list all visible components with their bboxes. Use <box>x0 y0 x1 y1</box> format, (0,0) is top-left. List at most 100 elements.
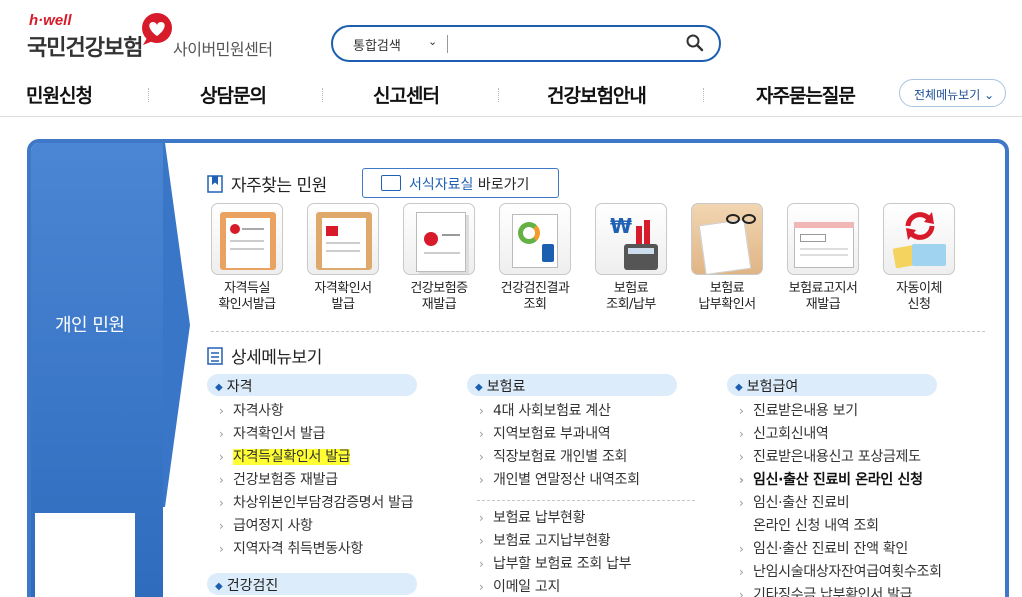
site-logo[interactable]: h·well 국민건강보험 사이버민원센터 <box>27 12 287 62</box>
premium-list: 4대 사회보험료 계산 지역보험료 부과내역 직장보험료 개인별 조회 개인별 … <box>477 400 640 492</box>
sidebar-label[interactable]: 개인 민원 <box>55 311 125 337</box>
list-item-multiline[interactable]: 임신·출산 진료비 <box>737 492 942 515</box>
nav-item-consult[interactable]: 상담문의 <box>200 81 267 108</box>
list-item[interactable]: 4대 사회보험료 계산 <box>477 400 640 423</box>
chevron-down-icon: ⌄ <box>984 88 995 102</box>
form-button-suffix: 바로가기 <box>473 177 530 193</box>
list-item[interactable]: 자격사항 <box>217 400 413 423</box>
list-item[interactable]: 지역자격 취득변동사항 <box>217 538 413 561</box>
list-item[interactable]: 진료받은내용 보기 <box>737 400 942 423</box>
nav-separator <box>703 88 704 102</box>
calculator-won-icon: ₩ <box>595 203 667 275</box>
premium-list-2: 보험료 납부현황 보험료 고지납부현황 납부할 보험료 조회 납부 이메일 고지 <box>477 507 632 597</box>
bookmark-icon <box>207 175 223 193</box>
bill-notice-icon <box>787 203 859 275</box>
frequent-icons: 자격득실 확인서발급 자격확인서 발급 건강보험증 재발급 건강검진결과 조회 … <box>211 203 991 313</box>
search-scope-select[interactable]: 통합검색 <box>353 35 401 54</box>
search-icon[interactable] <box>685 33 705 53</box>
sidebar-white-block <box>35 513 135 597</box>
list-item[interactable]: 건강보험증 재발급 <box>217 469 413 492</box>
benefits-list: 진료받은내용 보기 신고회신내역 진료받은내용신고 포상금제도 임신·출산 진료… <box>737 400 942 597</box>
frequent-item-line2: 신청 <box>907 297 931 312</box>
detail-section-title: 상세메뉴보기 <box>207 343 322 368</box>
frequent-title-text: 자주찾는 민원 <box>231 176 327 196</box>
chevron-down-icon[interactable]: ⌄ <box>428 35 437 48</box>
list-item-multiline-cont[interactable]: 온라인 신청 내역 조회 <box>737 515 942 538</box>
list-item[interactable]: 임신·출산 진료비 잔액 확인 <box>737 538 942 561</box>
frequent-item[interactable]: 자격득실 확인서발급 <box>211 203 283 313</box>
category-label: 보험료 <box>486 379 526 395</box>
folder-icon <box>381 175 401 191</box>
list-item[interactable]: 직장보험료 개인별 조회 <box>477 446 640 469</box>
list-item[interactable]: 개인별 연말정산 내역조회 <box>477 469 640 492</box>
nav-item-report[interactable]: 신고센터 <box>373 81 440 108</box>
document-clipboard-icon <box>211 203 283 275</box>
nav-item-faq[interactable]: 자주묻는질문 <box>756 81 856 108</box>
list-item[interactable]: 신고회신내역 <box>737 423 942 446</box>
nav-item-apply[interactable]: 민원신청 <box>26 81 93 108</box>
category-premium[interactable]: ◆ 보험료 <box>467 374 677 396</box>
logo-hwell: h·well <box>29 12 72 29</box>
frequent-item[interactable]: 보험료 납부확인서 <box>691 203 763 313</box>
list-item[interactable]: 급여정지 사항 <box>217 515 413 538</box>
form-button-label: 서식자료실 <box>409 177 474 193</box>
sidebar: 개인 민원 <box>31 143 163 597</box>
diamond-icon: ◆ <box>215 581 223 592</box>
nav-separator <box>322 88 323 102</box>
frequent-item[interactable]: 보험료고지서 재발급 <box>787 203 859 313</box>
diamond-icon: ◆ <box>735 382 743 393</box>
search-bar: 통합검색 ⌄ <box>331 25 721 62</box>
list-item[interactable]: 이메일 고지 <box>477 576 631 597</box>
list-item-bold[interactable]: 임신·출산 진료비 온라인 신청 <box>737 469 942 492</box>
document-list-icon <box>207 347 223 365</box>
category-label: 보험급여 <box>746 379 799 395</box>
list-item[interactable]: 난임시술대상자잔여급여횟수조회 <box>737 561 942 584</box>
diamond-icon: ◆ <box>475 382 483 393</box>
health-checkup-chart-icon <box>499 203 571 275</box>
frequent-item[interactable]: 건강보험증 재발급 <box>403 203 475 313</box>
frequent-item[interactable]: 자격확인서 발급 <box>307 203 379 313</box>
all-menu-label: 전체메뉴보기 <box>914 88 981 102</box>
frequent-item[interactable]: 건강검진결과 조회 <box>499 203 571 313</box>
main-panel: 개인 민원 자주찾는 민원 서식자료실 바로가기 자격득실 확인서발급 자격확인… <box>27 139 1009 597</box>
form-library-button[interactable]: 서식자료실 바로가기 <box>362 168 559 198</box>
nav-separator <box>498 88 499 102</box>
list-divider <box>477 500 695 501</box>
auto-transfer-card-icon <box>883 203 955 275</box>
section-divider <box>211 331 985 332</box>
all-menu-button[interactable]: 전체메뉴보기 ⌄ <box>899 79 1006 107</box>
list-item[interactable]: 보험료 고지납부현황 <box>477 530 631 553</box>
logo-subtitle: 사이버민원센터 <box>173 40 273 59</box>
sidebar-arrow <box>163 143 190 507</box>
search-input[interactable] <box>455 32 675 56</box>
detail-title-text: 상세메뉴보기 <box>231 348 322 368</box>
frequent-item-line1: 자동이체 <box>896 281 942 296</box>
category-health-checkup[interactable]: ◆ 건강검진 <box>207 573 417 595</box>
category-label: 자격 <box>226 379 253 395</box>
list-item[interactable]: 진료받은내용신고 포상금제도 <box>737 446 942 469</box>
insurance-card-icon <box>403 203 475 275</box>
list-item[interactable]: 기타징수금 납부확인서 발급 <box>737 584 942 597</box>
frequent-item[interactable]: ₩ 보험료 조회/납부 <box>595 203 667 313</box>
category-qualification[interactable]: ◆ 자격 <box>207 374 417 396</box>
list-item[interactable]: 지역보험료 부과내역 <box>477 423 640 446</box>
list-item[interactable]: 차상위본인부담경감증명서 발급 <box>217 492 414 515</box>
nav-item-guide[interactable]: 건강보험안내 <box>547 81 647 108</box>
category-label: 건강검진 <box>226 578 279 594</box>
diamond-icon: ◆ <box>215 382 223 393</box>
category-benefits[interactable]: ◆ 보험급여 <box>727 374 937 396</box>
heart-logo-icon <box>142 13 172 45</box>
list-item[interactable]: 납부할 보험료 조회 납부 <box>477 553 632 576</box>
nav-separator <box>148 88 149 102</box>
receipt-glasses-icon <box>691 203 763 275</box>
certificate-clipboard-icon <box>307 203 379 275</box>
main-nav: 민원신청 상담문의 신고센터 건강보험안내 자주묻는질문 전체메뉴보기 ⌄ <box>0 75 1022 117</box>
list-item[interactable]: 보험료 납부현황 <box>477 507 631 530</box>
list-item[interactable]: 자격확인서 발급 <box>217 423 413 446</box>
frequent-section-title: 자주찾는 민원 <box>207 171 327 196</box>
qualification-list: 자격사항 자격확인서 발급 자격득실확인서 발급 건강보험증 재발급 차상위본인… <box>217 400 414 561</box>
list-item-highlighted[interactable]: 자격득실확인서 발급 <box>217 446 413 469</box>
logo-brand: 국민건강보험 <box>27 36 143 61</box>
frequent-item[interactable]: 자동이체 신청 <box>883 203 955 313</box>
search-divider <box>447 35 448 53</box>
